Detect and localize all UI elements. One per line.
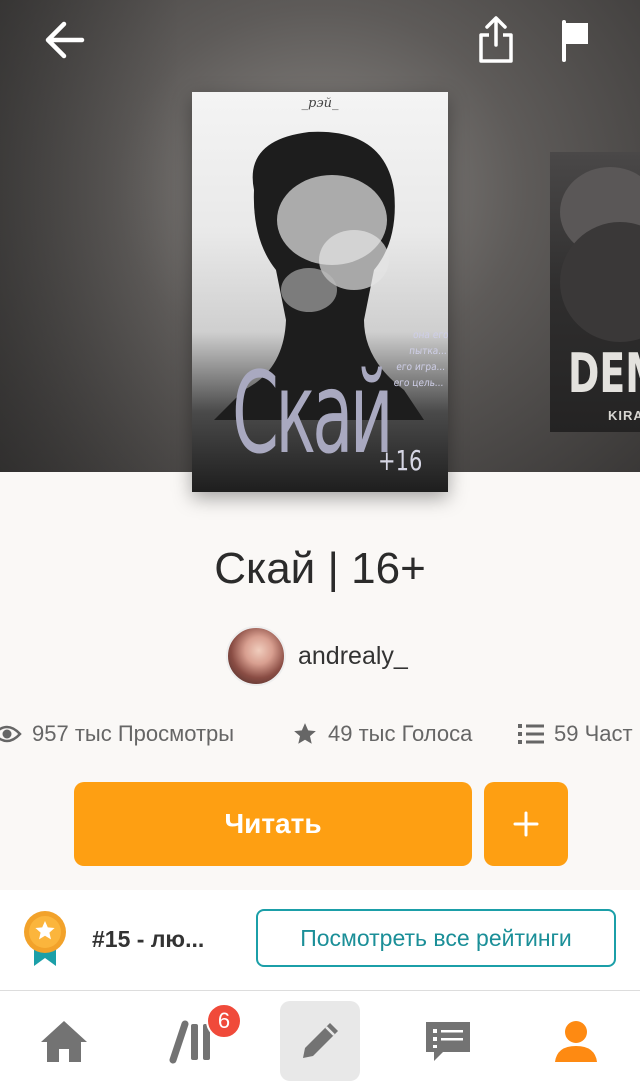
ranking-text: #15 - лю... — [92, 926, 205, 952]
list-icon — [518, 723, 544, 745]
eye-icon — [0, 723, 22, 745]
cover-author-mark: _рэй_ — [301, 96, 339, 111]
cover-age: +16 — [378, 444, 423, 477]
plus-icon — [513, 811, 539, 837]
bottom-nav: 6 — [0, 990, 640, 1090]
star-icon — [292, 721, 318, 747]
home-icon — [41, 1021, 87, 1062]
stat-views: 957 тыс Просмотры — [0, 716, 234, 752]
story-cover[interactable]: _рэй_ она его пытка... его игра... его ц… — [192, 92, 448, 492]
share-button[interactable] — [470, 14, 522, 66]
next-cover-subtitle: KIRA — [608, 408, 640, 423]
medal-icon — [24, 911, 66, 966]
next-story-cover[interactable]: DEM KIRA — [550, 152, 640, 432]
library-badge: 6 — [206, 1003, 242, 1039]
flag-icon — [562, 20, 588, 62]
back-button[interactable] — [38, 14, 90, 66]
nav-messages[interactable] — [408, 1001, 488, 1081]
stat-votes-text: 49 тыс Голоса — [328, 721, 473, 746]
stat-views-text: 957 тыс Просмотры — [32, 721, 235, 746]
nav-write[interactable] — [280, 1001, 360, 1081]
report-button[interactable] — [550, 14, 602, 66]
story-stats: 957 тыс Просмотры 49 тыс Голоса 59 Част — [0, 716, 640, 752]
cover-title: Скай — [232, 349, 394, 479]
read-button[interactable]: Читать — [74, 782, 472, 866]
arrow-left-icon — [45, 21, 85, 59]
pencil-icon — [303, 1023, 338, 1058]
view-all-rankings-button[interactable]: Посмотреть все рейтинги — [256, 909, 616, 967]
stat-votes: 49 тыс Голоса — [292, 716, 472, 752]
profile-icon — [555, 1021, 597, 1062]
cover-art — [560, 167, 640, 342]
author-link[interactable]: andrealy_ — [226, 626, 408, 686]
avatar[interactable] — [226, 626, 286, 686]
nav-profile[interactable] — [536, 1001, 616, 1081]
next-cover-title: DEM — [568, 342, 640, 405]
author-name[interactable]: andrealy_ — [298, 642, 408, 671]
nav-library[interactable]: 6 — [152, 1001, 242, 1081]
stat-parts-text: 59 Част — [554, 721, 633, 746]
share-icon — [479, 16, 513, 63]
stat-parts[interactable]: 59 Част — [518, 716, 633, 752]
nav-home[interactable] — [24, 1001, 104, 1081]
add-to-library-button[interactable] — [484, 782, 568, 866]
hero-shade — [0, 0, 180, 472]
chat-icon — [426, 1022, 470, 1061]
ranking-strip: #15 - лю... Посмотреть все рейтинги — [0, 890, 640, 990]
story-title: Скай | 16+ — [214, 544, 426, 593]
